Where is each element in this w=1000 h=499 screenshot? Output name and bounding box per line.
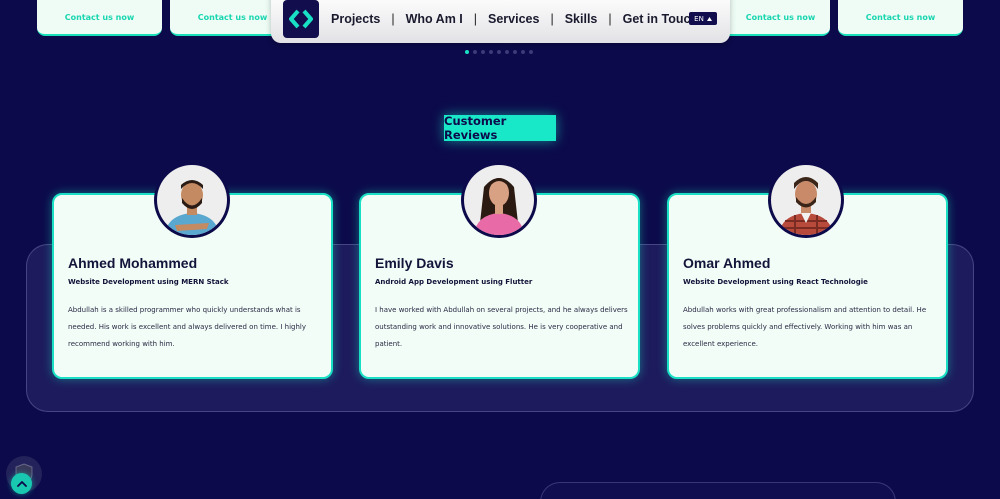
nav-item-get-in-touch[interactable]: Get in Touch — [623, 12, 698, 26]
caret-up-icon — [706, 16, 712, 21]
nav-menu: Projects | Who Am I | Services | Skills … — [331, 12, 698, 26]
nav-item-services[interactable]: Services — [488, 12, 539, 26]
nav-item-projects[interactable]: Projects — [331, 12, 380, 26]
nav-separator: | — [391, 12, 395, 26]
avatar-photo — [771, 165, 841, 235]
carousel-dot[interactable] — [529, 50, 533, 54]
logo[interactable] — [283, 0, 319, 38]
carousel-dot[interactable] — [473, 50, 477, 54]
service-card: Contact us now — [838, 0, 963, 36]
navbar: Projects | Who Am I | Services | Skills … — [271, 0, 730, 43]
contact-link[interactable]: Contact us now — [65, 13, 134, 22]
nav-separator: | — [608, 12, 612, 26]
language-selector[interactable]: EN — [689, 12, 717, 25]
language-label: EN — [694, 14, 704, 23]
carousel-dot[interactable] — [465, 50, 469, 54]
contact-link[interactable]: Contact us now — [198, 13, 267, 22]
nav-separator: | — [473, 12, 478, 26]
carousel-dot[interactable] — [497, 50, 501, 54]
contact-link[interactable]: Contact us now — [866, 13, 935, 22]
contact-link[interactable]: Contact us now — [746, 13, 815, 22]
reviewer-project: Website Development using MERN Stack — [68, 278, 229, 286]
carousel-dot[interactable] — [481, 50, 485, 54]
avatar — [154, 162, 230, 238]
service-card: Contact us now — [37, 0, 162, 36]
review-text: I have worked with Abdullah on several p… — [375, 306, 628, 348]
carousel-dots — [465, 50, 533, 54]
carousel-dot[interactable] — [521, 50, 525, 54]
chevron-up-icon — [16, 480, 27, 487]
reviewer-name: Omar Ahmed — [683, 255, 771, 271]
nav-separator: | — [550, 12, 554, 26]
reviewer-project: Android App Development using Flutter — [375, 278, 533, 286]
nav-item-skills[interactable]: Skills — [565, 12, 598, 26]
reviewer-project: Website Development using React Technolo… — [683, 278, 868, 286]
carousel-dot[interactable] — [513, 50, 517, 54]
avatar-photo — [157, 165, 227, 235]
section-title: Customer Reviews — [444, 114, 556, 142]
carousel-dot[interactable] — [505, 50, 509, 54]
scroll-to-top-button[interactable] — [11, 473, 32, 494]
reviewer-name: Emily Davis — [375, 255, 454, 271]
code-brackets-icon — [289, 9, 313, 29]
review-text: Abdullah works with great professionalis… — [683, 306, 927, 348]
review-text: Abdullah is a skilled programmer who qui… — [68, 306, 307, 348]
bottom-panel — [540, 482, 896, 499]
nav-item-who-am-i[interactable]: Who Am I — [406, 12, 463, 26]
avatar-photo — [464, 165, 534, 235]
avatar — [768, 162, 844, 238]
carousel-dot[interactable] — [489, 50, 493, 54]
reviewer-name: Ahmed Mohammed — [68, 255, 198, 271]
avatar — [461, 162, 537, 238]
